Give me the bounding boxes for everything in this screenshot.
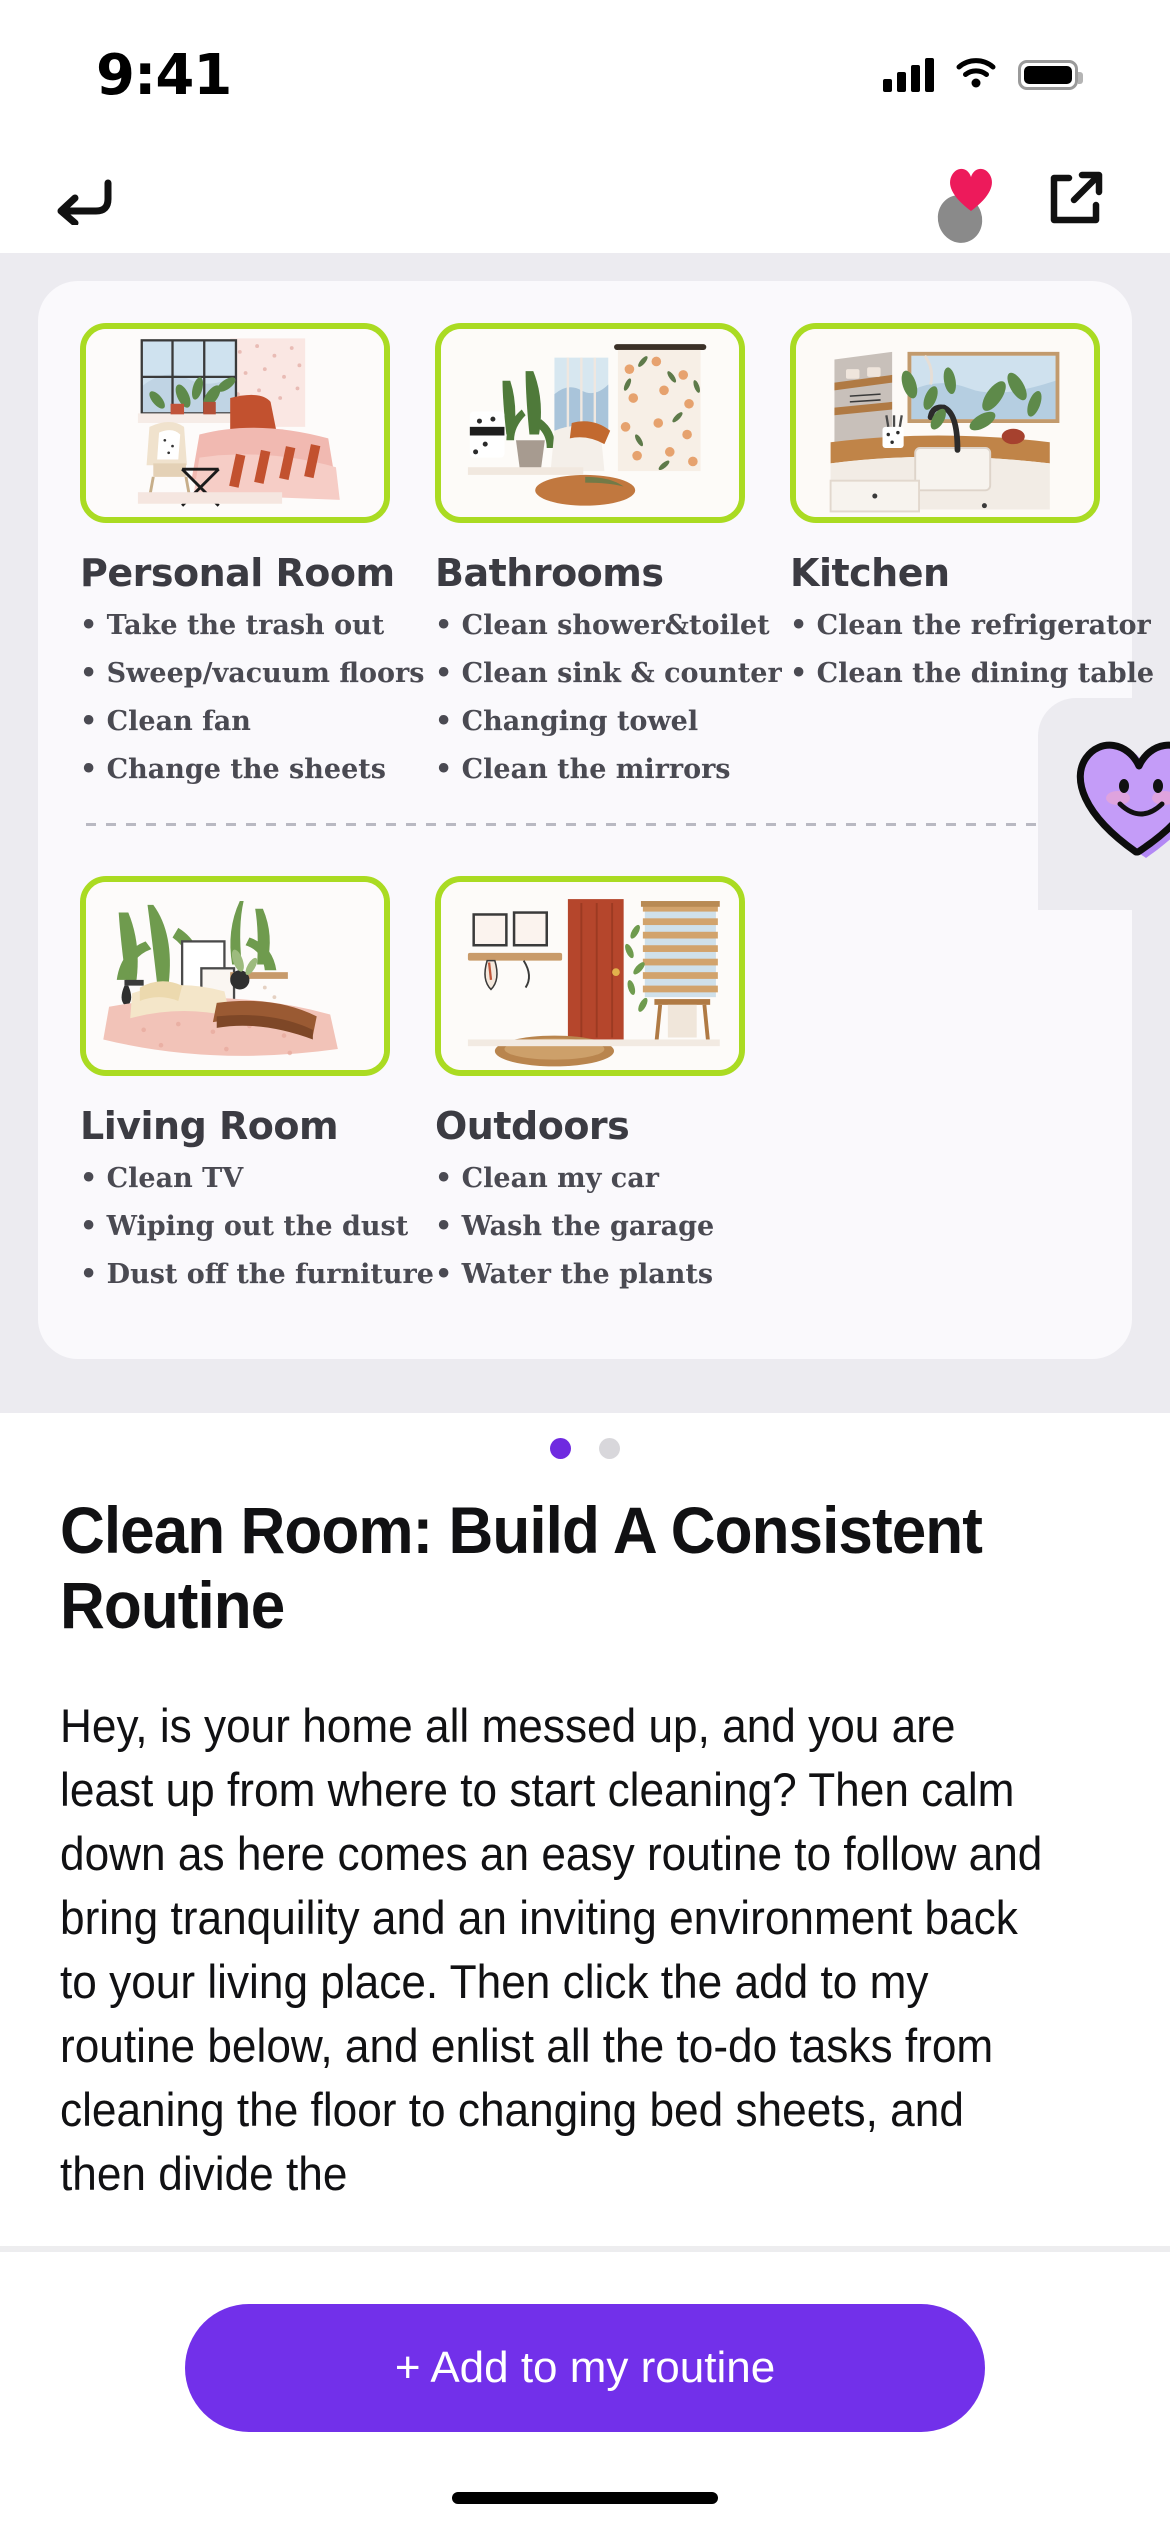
task-item: Clean TV <box>80 1164 390 1194</box>
task-item: Changing towel <box>435 707 745 737</box>
pagination-dot[interactable] <box>599 1438 620 1459</box>
task-list: Clean my car Wash the garage Water the p… <box>435 1164 745 1290</box>
task-list: Take the trash out Sweep/vacuum floors C… <box>80 611 425 785</box>
section-divider <box>86 823 1086 826</box>
category-living-room[interactable]: Living Room Clean TV Wiping out the dust… <box>80 876 434 1309</box>
task-item: Take the trash out <box>80 611 390 641</box>
category-bathrooms[interactable]: Bathrooms Clean shower&toilet Clean sink… <box>435 323 782 804</box>
category-title: Bathrooms <box>435 551 664 595</box>
task-item: Dust off the furniture <box>80 1260 434 1290</box>
category-personal-room[interactable]: Personal Room Take the trash out Sweep/v… <box>80 323 425 804</box>
status-bar-clock: 9:41 <box>96 42 232 108</box>
task-item: Clean the dining table <box>790 659 1154 689</box>
category-title: Personal Room <box>80 551 395 595</box>
bathroom-illustration <box>435 323 745 523</box>
page-title: Clean Room: Build A Consistent Routine <box>60 1493 983 1642</box>
battery-icon <box>1018 60 1083 90</box>
task-item: Clean the mirrors <box>435 755 745 785</box>
carousel-pagination <box>0 1438 1170 1459</box>
task-item: Clean shower&toilet <box>435 611 770 641</box>
add-to-routine-button[interactable]: + Add to my routine <box>185 2304 985 2432</box>
app-screen: 9:41 Personal Room • Take the trash out … <box>0 0 1170 2532</box>
task-item: Clean sink & counter <box>435 659 782 689</box>
back-arrow-icon[interactable] <box>52 173 114 230</box>
wifi-icon <box>956 57 996 93</box>
bedroom-illustration <box>80 323 390 523</box>
cellular-signal-icon <box>883 58 934 92</box>
task-item: Sweep/vacuum floors <box>80 659 425 689</box>
cta-footer: + Add to my routine <box>0 2252 1170 2532</box>
task-item: Clean fan <box>80 707 390 737</box>
routine-carousel-panel: Personal Room Take the trash out Sweep/v… <box>0 253 1170 1413</box>
task-item: Change the sheets <box>80 755 390 785</box>
routine-card: Personal Room Take the trash out Sweep/v… <box>38 281 1170 1359</box>
kitchen-illustration <box>790 323 1100 523</box>
task-item: Wiping out the dust <box>80 1212 409 1242</box>
task-item: Clean my car <box>435 1164 745 1194</box>
share-external-icon[interactable] <box>1044 168 1108 235</box>
category-outdoors[interactable]: Outdoors Clean my car Wash the garage Wa… <box>435 876 745 1309</box>
smiling-heart-sticker <box>1062 712 1170 885</box>
status-bar-icons <box>883 57 1083 93</box>
article-body: Hey, is your home all messed up, and you… <box>60 1699 1043 2200</box>
category-title: Outdoors <box>435 1104 630 1148</box>
mascot-corner <box>1038 698 1170 910</box>
category-title: Living Room <box>80 1104 339 1148</box>
favorite-button[interactable] <box>931 168 1000 249</box>
task-list: Clean the refrigerator Clean the dining … <box>790 611 1154 689</box>
pagination-dot-active[interactable] <box>550 1438 571 1459</box>
task-item: Clean the refrigerator <box>790 611 1151 641</box>
outdoors-illustration <box>435 876 745 1076</box>
category-title: Kitchen <box>790 551 950 595</box>
living-room-illustration <box>80 876 390 1076</box>
category-row-top: Personal Room Take the trash out Sweep/v… <box>80 323 1154 804</box>
task-list: Clean TV Wiping out the dust Dust off th… <box>80 1164 434 1290</box>
navigation-bar <box>0 150 1170 253</box>
status-bar: 9:41 <box>0 0 1170 150</box>
article-section: Clean Room: Build A Consistent Routine H… <box>0 1493 1170 2205</box>
heart-icon <box>946 165 996 218</box>
task-item: Wash the garage <box>435 1212 745 1242</box>
task-list: Clean shower&toilet Clean sink & counter… <box>435 611 782 785</box>
nav-actions <box>931 168 1108 249</box>
home-indicator <box>452 2492 718 2504</box>
category-row-bottom: Living Room Clean TV Wiping out the dust… <box>80 876 745 1309</box>
task-item: Water the plants <box>435 1260 745 1290</box>
